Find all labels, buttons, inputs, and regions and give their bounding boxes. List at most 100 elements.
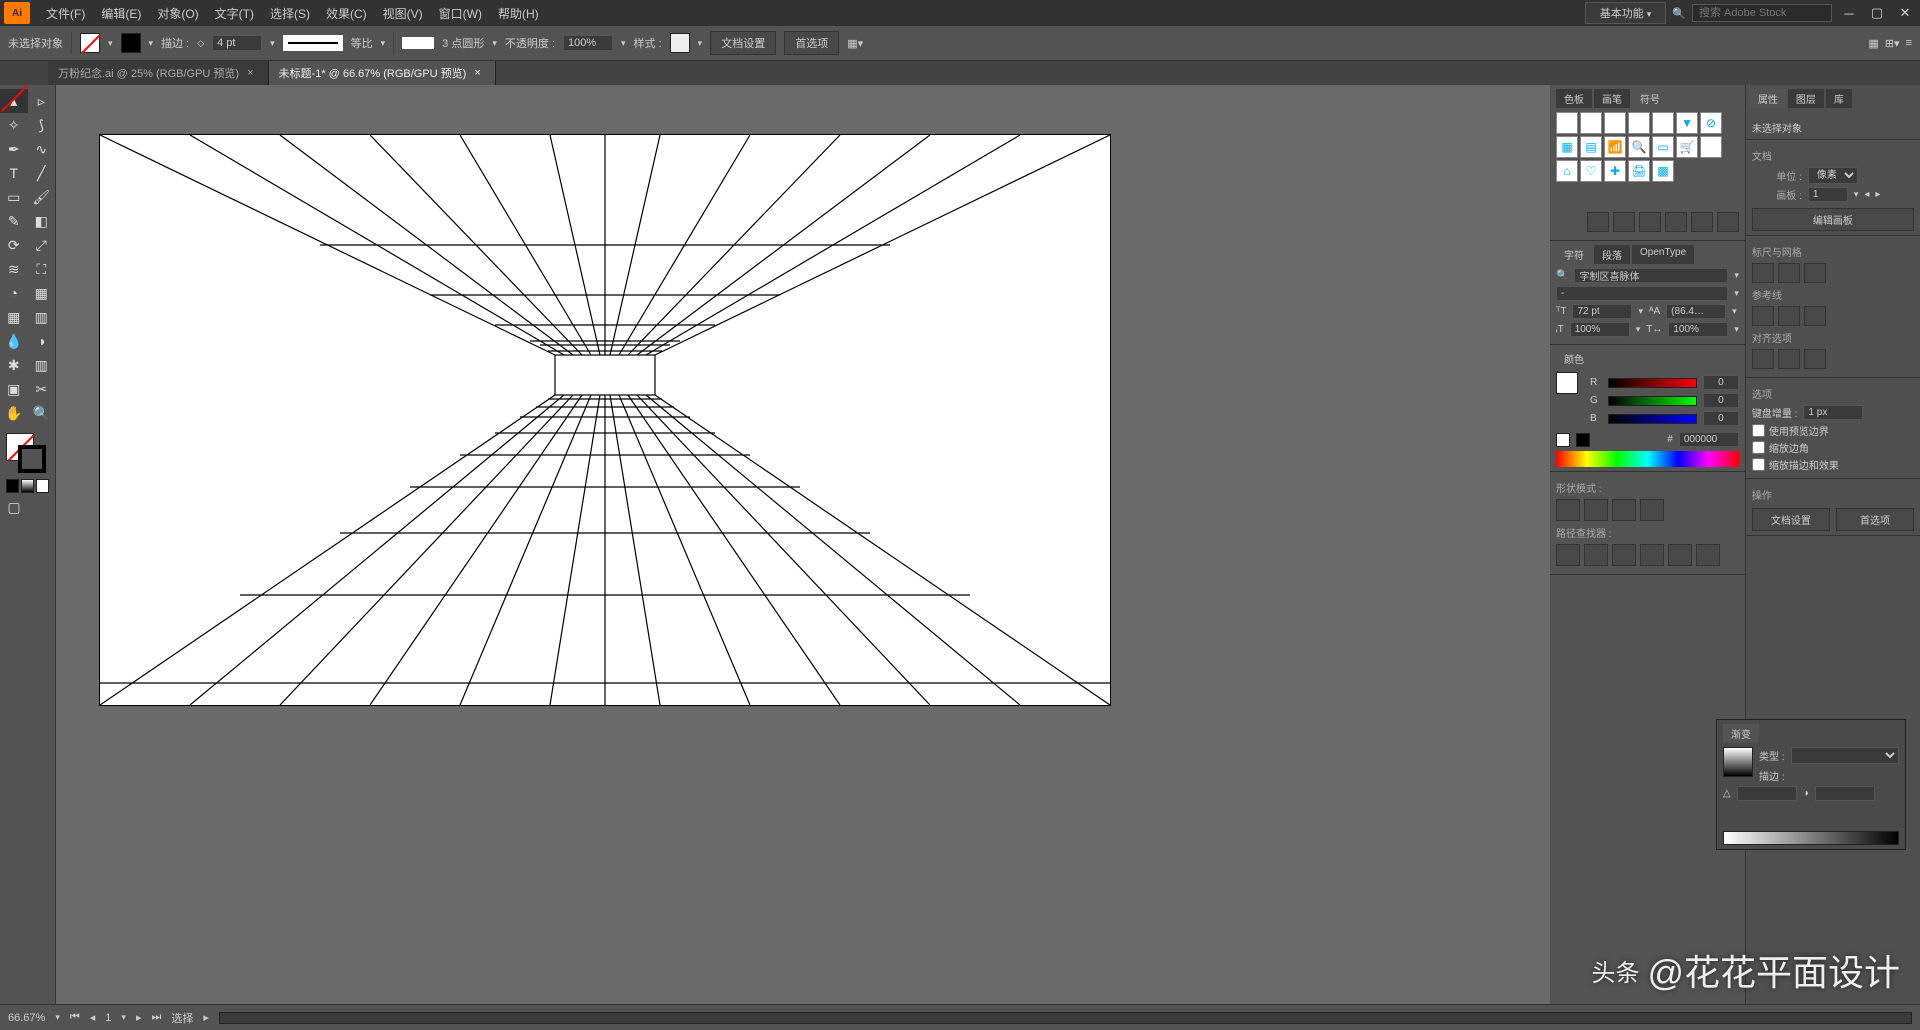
symbol-item[interactable]: 🖨	[1628, 160, 1650, 182]
symbol-break-link-icon[interactable]: ⊘	[1700, 112, 1722, 134]
exclude-icon[interactable]	[1640, 499, 1664, 521]
type-tool[interactable]: T	[0, 161, 28, 185]
column-graph-tool[interactable]: ▥	[28, 353, 56, 377]
direct-selection-tool[interactable]: ▹	[28, 89, 56, 113]
menu-help[interactable]: 帮助(H)	[490, 5, 547, 22]
color-mode-gradient[interactable]	[21, 479, 34, 493]
key-increment-input[interactable]	[1803, 405, 1863, 420]
align-icon[interactable]: ▦▾	[847, 37, 863, 50]
search-stock-input[interactable]	[1692, 4, 1832, 22]
g-slider[interactable]	[1608, 396, 1697, 406]
r-value[interactable]: 0	[1703, 375, 1739, 390]
color-tab[interactable]: 颜色	[1556, 349, 1592, 368]
artboard-number-input[interactable]	[1808, 187, 1848, 202]
color-spectrum[interactable]	[1556, 451, 1739, 467]
line-tool[interactable]: ╱	[28, 161, 56, 185]
snap-point-icon[interactable]	[1778, 349, 1800, 369]
divide-icon[interactable]	[1556, 544, 1580, 566]
lasso-tool[interactable]: ⟆	[28, 113, 56, 137]
menu-type[interactable]: 文字(T)	[207, 5, 262, 22]
use-preview-checkbox[interactable]	[1752, 424, 1765, 437]
canvas[interactable]	[56, 85, 1550, 1004]
merge-icon[interactable]	[1612, 544, 1636, 566]
smart-guides-icon[interactable]	[1804, 306, 1826, 326]
grad-stroke-3-icon[interactable]	[1839, 767, 1857, 783]
symbol-item[interactable]: ▼	[1676, 112, 1698, 134]
symbol-item[interactable]: 📶	[1604, 136, 1626, 158]
eraser-tool[interactable]: ◧	[28, 209, 56, 233]
quick-doc-setup-button[interactable]: 文档设置	[1752, 508, 1830, 531]
symbol-item[interactable]: 🔍	[1628, 136, 1650, 158]
artboard-nav-value[interactable]: 1	[105, 1012, 111, 1024]
fill-swatch[interactable]	[80, 33, 100, 53]
brushes-tab[interactable]: 画笔	[1594, 89, 1630, 108]
guide-visibility-icon[interactable]	[1752, 306, 1774, 326]
stroke-profile[interactable]: 等比	[351, 35, 373, 51]
leading-input[interactable]	[1666, 304, 1726, 319]
grad-stroke-2-icon[interactable]	[1815, 767, 1833, 783]
paintbrush-tool[interactable]: 🖌	[28, 185, 56, 209]
black-swatch[interactable]	[1576, 433, 1590, 447]
symbol-item[interactable]: ⌂	[1556, 160, 1578, 182]
gradient-type-select[interactable]	[1791, 747, 1899, 764]
artboard-nav-next-icon[interactable]: ▸	[136, 1011, 142, 1024]
guide-lock-icon[interactable]	[1778, 306, 1800, 326]
grid-icon[interactable]	[1778, 263, 1800, 283]
new-symbol-icon[interactable]	[1691, 212, 1713, 232]
symbols-tab[interactable]: 符号	[1632, 89, 1668, 108]
trim-icon[interactable]	[1584, 544, 1608, 566]
window-minimize-icon[interactable]: ─	[1838, 5, 1860, 21]
transparency-grid-icon[interactable]	[1804, 263, 1826, 283]
delete-symbol-icon[interactable]	[1717, 212, 1739, 232]
pen-tool[interactable]: ✒	[0, 137, 28, 161]
brush-label[interactable]: 3 点圆形	[442, 35, 484, 51]
h-scale-input[interactable]	[1668, 322, 1728, 337]
symbol-item[interactable]: ▦	[1556, 136, 1578, 158]
gradient-slider[interactable]	[1723, 831, 1899, 845]
paragraph-tab[interactable]: 段落	[1594, 245, 1630, 264]
perspective-tool[interactable]: ▦	[28, 281, 56, 305]
font-size-input[interactable]	[1572, 304, 1632, 319]
symbol-item[interactable]	[1700, 136, 1722, 158]
mesh-tool[interactable]: ▦	[0, 305, 28, 329]
snap-pixel-icon[interactable]	[1752, 349, 1774, 369]
window-maximize-icon[interactable]: ▢	[1866, 5, 1888, 21]
layers-tab[interactable]: 图层	[1788, 89, 1824, 108]
style-swatch[interactable]	[670, 33, 690, 53]
ruler-icon[interactable]	[1752, 263, 1774, 283]
gradient-preview[interactable]	[1723, 747, 1753, 777]
opentype-tab[interactable]: OpenType	[1632, 245, 1694, 264]
symbol-item[interactable]: ✚	[1604, 160, 1626, 182]
symbol-item[interactable]: 🛒	[1676, 136, 1698, 158]
grad-stroke-1-icon[interactable]	[1791, 767, 1809, 783]
place-symbol-icon[interactable]	[1613, 212, 1635, 232]
stroke-style-preview[interactable]	[283, 35, 343, 51]
status-menu-icon[interactable]: ▸	[203, 1011, 209, 1024]
stroke-weight-input[interactable]	[212, 35, 262, 51]
next-artboard-icon[interactable]: ▸	[1875, 189, 1880, 200]
preferences-button[interactable]: 首选项	[784, 31, 839, 55]
symbol-sprayer-tool[interactable]: ✱	[0, 353, 28, 377]
horizontal-scrollbar[interactable]	[219, 1012, 1912, 1024]
artboard-nav-prev-icon[interactable]: ◂	[90, 1011, 96, 1024]
menu-object[interactable]: 对象(O)	[149, 5, 206, 22]
curvature-tool[interactable]: ∿	[28, 137, 56, 161]
document-setup-button[interactable]: 文档设置	[710, 31, 776, 55]
prev-artboard-icon[interactable]: ◂	[1864, 189, 1869, 200]
g-value[interactable]: 0	[1703, 393, 1739, 408]
fill-stroke-control[interactable]	[0, 431, 55, 477]
symbol-item[interactable]	[1652, 112, 1674, 134]
rotate-tool[interactable]: ⟳	[0, 233, 28, 257]
libraries-tab[interactable]: 库	[1826, 89, 1852, 108]
stroke-swatch[interactable]	[121, 33, 141, 53]
rectangle-tool[interactable]: ▭	[0, 185, 28, 209]
panel-menu-icon[interactable]: ≡	[1906, 37, 1912, 50]
gradient-tab[interactable]: 渐变	[1723, 724, 1759, 743]
scale-corners-checkbox[interactable]	[1752, 441, 1765, 454]
menu-effect[interactable]: 效果(C)	[318, 5, 375, 22]
v-scale-input[interactable]	[1570, 322, 1630, 337]
font-style-input[interactable]	[1556, 286, 1728, 301]
artboard-nav-last-icon[interactable]: ⏭	[151, 1011, 161, 1024]
document-tab[interactable]: 未标题-1* @ 66.67% (RGB/GPU 预览)×	[269, 61, 496, 85]
edit-artboards-button[interactable]: 编辑画板	[1752, 208, 1914, 231]
